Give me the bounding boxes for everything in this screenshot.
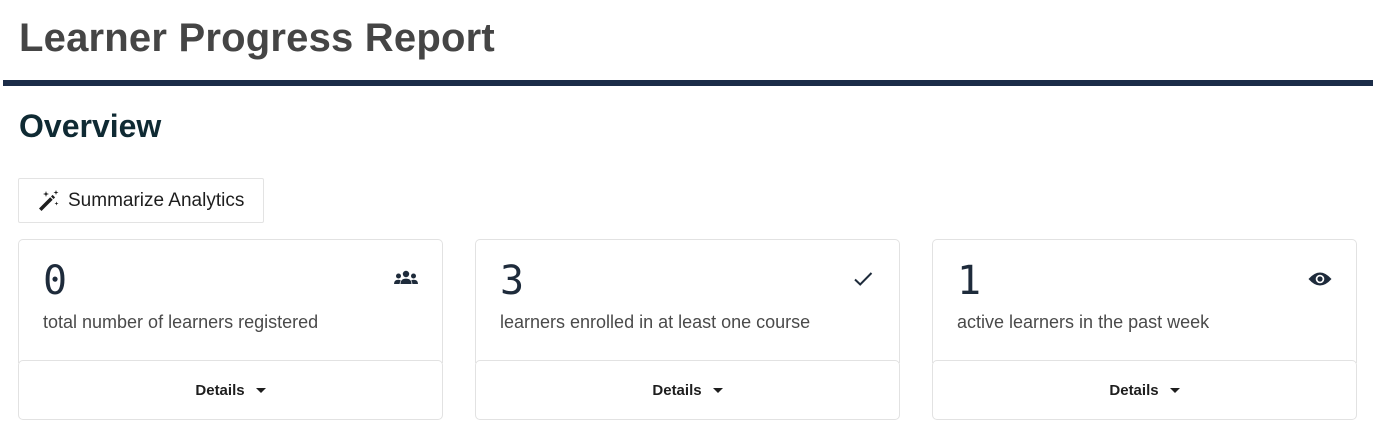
overview-heading: Overview — [19, 108, 162, 144]
details-label: Details — [652, 381, 702, 399]
stat-card-body: 1 active learners in the past week — [932, 239, 1357, 363]
stat-description: active learners in the past week — [957, 312, 1210, 332]
people-group-icon — [392, 267, 420, 291]
stat-description: total number of learners registered — [43, 312, 319, 332]
page-header: Learner Progress Report — [3, 0, 1373, 86]
page-title: Learner Progress Report — [19, 16, 495, 60]
summarize-analytics-button[interactable]: Summarize Analytics — [18, 178, 264, 223]
stat-card-body: 3 learners enrolled in at least one cour… — [475, 239, 900, 363]
stat-card-active: 1 active learners in the past week Detai… — [932, 239, 1357, 420]
details-dropdown-button[interactable]: Details — [932, 360, 1357, 420]
details-label: Details — [1109, 381, 1159, 399]
summarize-analytics-label: Summarize Analytics — [68, 189, 245, 211]
stat-value: 3 — [500, 258, 525, 304]
stat-value: 1 — [957, 258, 982, 304]
checkmark-icon — [849, 267, 877, 291]
caret-down-icon — [1169, 387, 1180, 393]
eye-icon — [1306, 267, 1334, 291]
stat-card-registered: 0 total number of learners registered De… — [18, 239, 443, 420]
details-label: Details — [195, 381, 245, 399]
details-dropdown-button[interactable]: Details — [18, 360, 443, 420]
stat-card-body: 0 total number of learners registered — [18, 239, 443, 363]
details-dropdown-button[interactable]: Details — [475, 360, 900, 420]
caret-down-icon — [712, 387, 723, 393]
magic-wand-icon — [36, 189, 60, 213]
stat-value: 0 — [43, 258, 68, 304]
stat-card-enrolled: 3 learners enrolled in at least one cour… — [475, 239, 900, 420]
stat-description: learners enrolled in at least one course — [500, 312, 811, 332]
caret-down-icon — [255, 387, 266, 393]
